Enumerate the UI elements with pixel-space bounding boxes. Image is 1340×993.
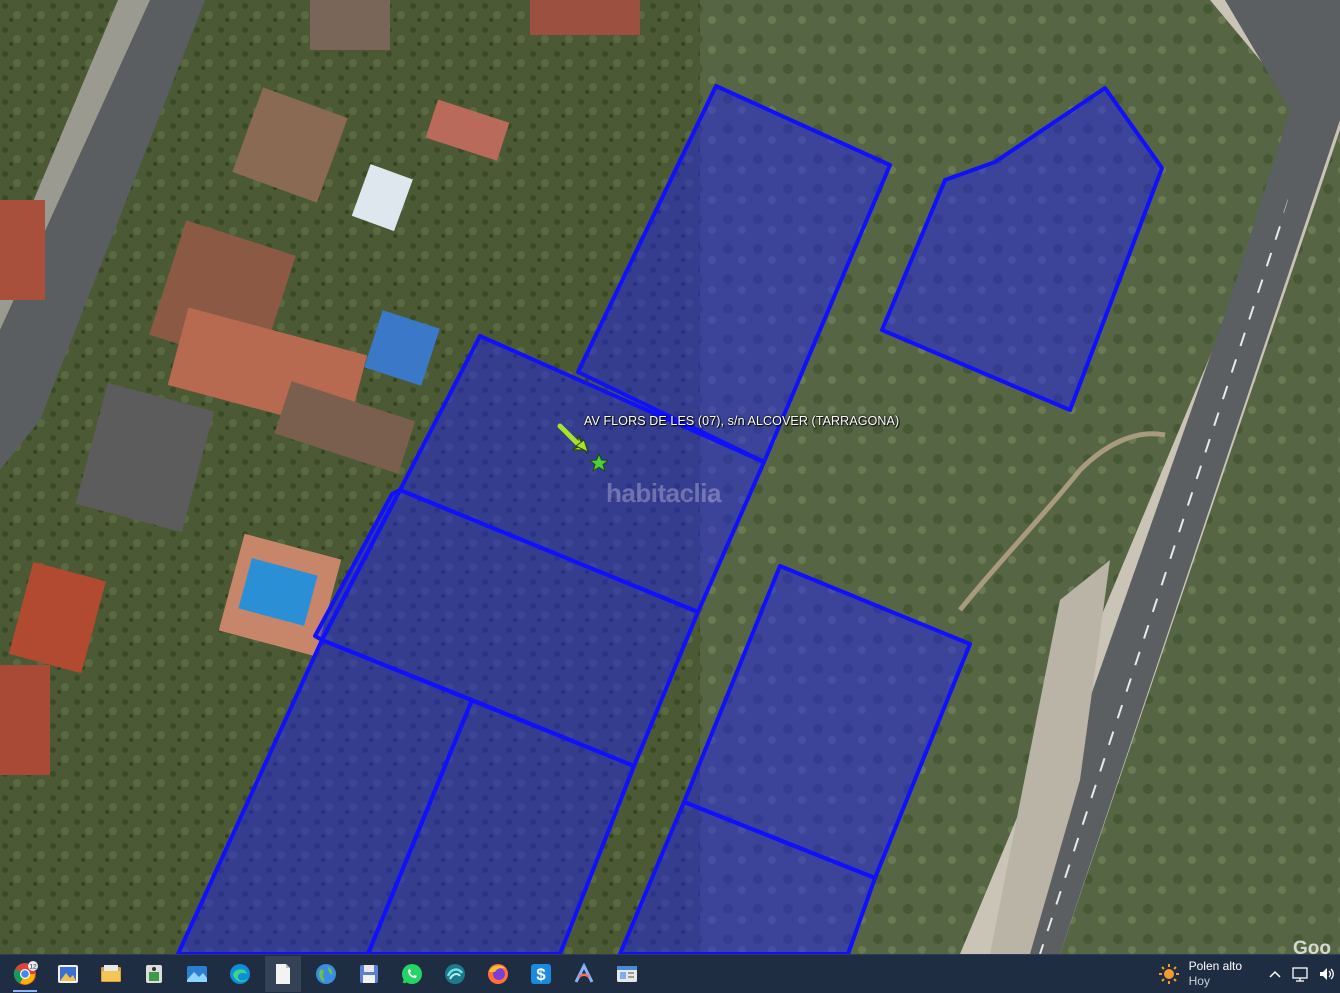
- document-icon[interactable]: [265, 956, 301, 992]
- network-icon[interactable]: [1288, 955, 1314, 993]
- floppy-save-icon[interactable]: [351, 956, 387, 992]
- chevron-up-icon[interactable]: [1262, 955, 1288, 993]
- arc-app-icon[interactable]: [566, 956, 602, 992]
- whatsapp-icon[interactable]: [394, 956, 430, 992]
- app-icon[interactable]: [136, 956, 172, 992]
- globe-icon[interactable]: [308, 956, 344, 992]
- file-explorer-icon[interactable]: [93, 956, 129, 992]
- gallery-icon[interactable]: [179, 956, 215, 992]
- svg-text:$: $: [536, 965, 546, 984]
- s-app-icon[interactable]: $: [523, 956, 559, 992]
- weather-subtitle: Hoy: [1188, 974, 1210, 988]
- window-app-icon[interactable]: [609, 956, 645, 992]
- chrome-icon[interactable]: 12: [7, 956, 43, 992]
- pollen-icon: [1158, 964, 1179, 984]
- wave-app-icon[interactable]: [437, 956, 473, 992]
- photos-icon[interactable]: [50, 956, 86, 992]
- placemark-label[interactable]: AV FLORS DE LES (07), s/n ALCOVER (TARRA…: [584, 414, 899, 428]
- satellite-map[interactable]: AV FLORS DE LES (07), s/n ALCOVER (TARRA…: [0, 0, 1340, 954]
- watermark: habitaclia: [606, 478, 721, 508]
- edge-icon[interactable]: [222, 956, 258, 992]
- weather-title: Polen alto: [1188, 959, 1242, 973]
- map-imagery: [0, 0, 1340, 954]
- google-logo: Goo: [1293, 938, 1331, 954]
- taskbar: 12 $ Polen alto Hoy: [0, 954, 1340, 993]
- chrome-badge: 12: [29, 964, 37, 971]
- system-tray: Polen alto Hoy: [1157, 955, 1340, 993]
- firefox-icon[interactable]: [480, 956, 516, 992]
- weather-widget[interactable]: Polen alto Hoy: [1157, 959, 1242, 989]
- volume-icon[interactable]: [1314, 955, 1340, 993]
